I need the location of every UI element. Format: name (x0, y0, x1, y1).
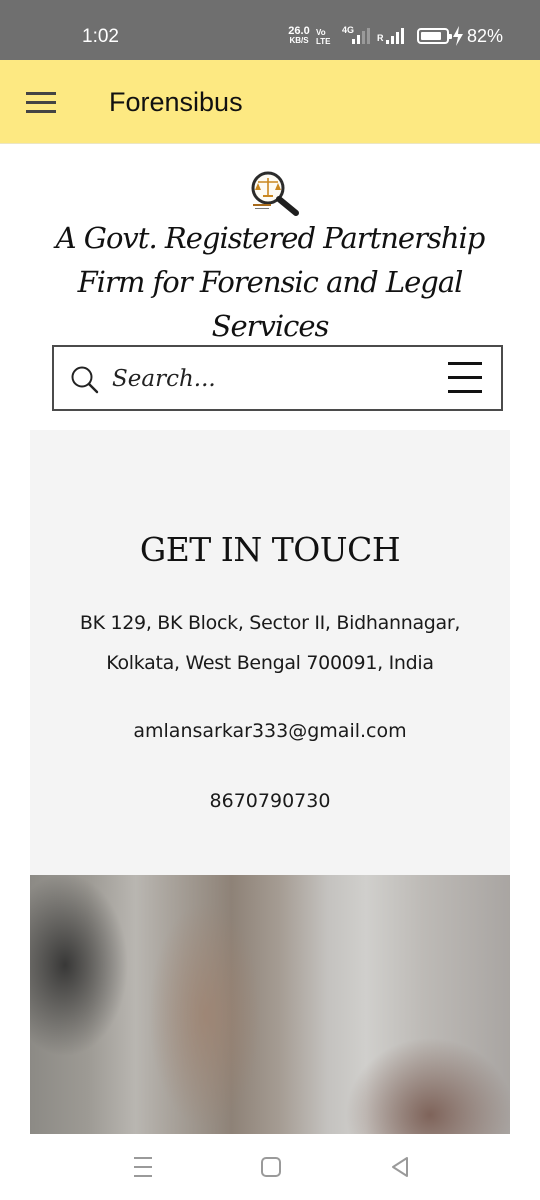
signal-sim1-icon (352, 28, 372, 44)
back-icon[interactable] (385, 1154, 415, 1180)
signal-sim2-icon (386, 28, 408, 44)
volte-indicator: Vo LTE (316, 28, 331, 46)
site-header: Forensibus (0, 60, 540, 144)
status-time: 1:02 (82, 26, 119, 47)
network-speed: 26.0 KB/S (286, 26, 312, 46)
battery-icon (417, 28, 452, 44)
address-line-2: Kolkata, West Bengal 700091, India (106, 652, 434, 674)
hamburger-menu-icon[interactable] (26, 92, 56, 114)
volte-bottom-label: LTE (316, 37, 331, 46)
home-icon[interactable] (256, 1154, 286, 1180)
battery-fill (421, 32, 441, 40)
search-bar[interactable] (52, 345, 503, 411)
contact-phone-link[interactable]: 8670790730 (30, 790, 510, 812)
address-line-1: BK 129, BK Block, Sector II, Bidhannagar… (79, 612, 461, 634)
site-title[interactable]: Forensibus (109, 87, 243, 118)
search-input[interactable] (112, 361, 412, 397)
menu-lines-icon[interactable] (448, 362, 482, 394)
network-speed-value: 26.0 (288, 25, 310, 37)
contact-section: GET IN TOUCH BK 129, BK Block, Sector II… (30, 430, 510, 875)
magnifier-scales-logo[interactable] (244, 170, 302, 216)
contact-address: BK 129, BK Block, Sector II, Bidhannagar… (30, 603, 510, 683)
network-speed-unit: KB/S (289, 36, 309, 45)
system-nav-bar (0, 1134, 540, 1200)
search-icon[interactable] (70, 365, 100, 395)
battery-percent: 82% (467, 26, 504, 46)
roaming-label: R (377, 33, 384, 43)
recents-icon[interactable] (128, 1154, 158, 1180)
charging-bolt-icon (453, 26, 463, 46)
contact-heading: GET IN TOUCH (139, 530, 401, 569)
contact-email-link[interactable]: amlansarkar333@gmail.com (30, 720, 510, 742)
volte-top-label: Vo (316, 28, 326, 37)
blurred-photo (30, 875, 510, 1134)
hero-tagline: A Govt. Registered Partnership Firm for … (55, 221, 486, 343)
status-bar: 1:02 26.0 KB/S Vo LTE 4G R 82% (0, 0, 540, 60)
